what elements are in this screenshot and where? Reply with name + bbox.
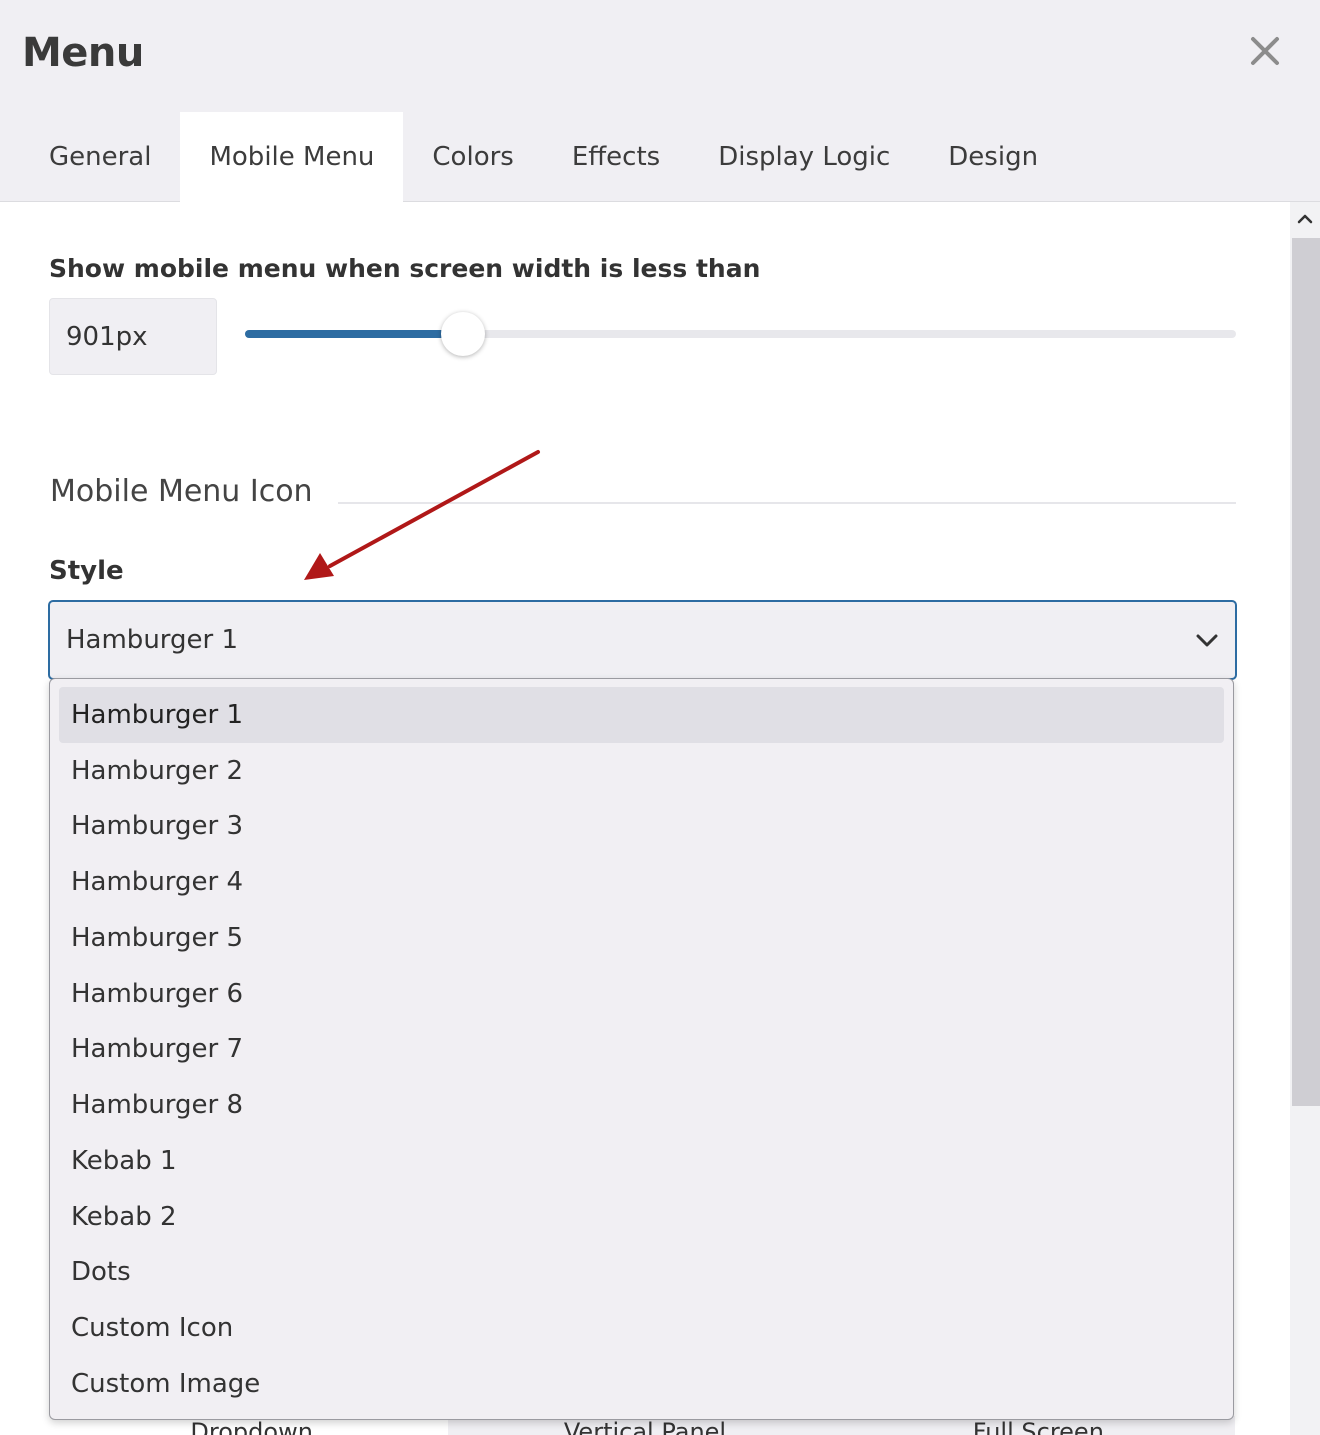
dropdown-option[interactable]: Hamburger 1	[59, 687, 1224, 743]
dropdown-option[interactable]: Dots	[59, 1245, 1224, 1301]
scrollbar-thumb[interactable]	[1292, 238, 1320, 1106]
style-dropdown-list: Hamburger 1 Hamburger 2 Hamburger 3 Hamburg…	[49, 678, 1234, 1420]
dropdown-option[interactable]: Custom Icon	[59, 1300, 1224, 1356]
dropdown-option[interactable]: Kebab 1	[59, 1133, 1224, 1189]
section-divider	[338, 502, 1236, 504]
slider-handle[interactable]	[441, 312, 486, 356]
tab-bar: General Mobile Menu Colors Effects Displ…	[20, 112, 1067, 202]
chevron-down-icon	[1196, 634, 1218, 647]
dropdown-option[interactable]: Hamburger 6	[59, 966, 1224, 1022]
dialog-title: Menu	[22, 30, 144, 76]
section-title-mobile-menu-icon: Mobile Menu Icon	[50, 474, 313, 509]
tab-design[interactable]: Design	[919, 112, 1067, 202]
close-icon[interactable]	[1244, 30, 1286, 72]
style-label: Style	[49, 556, 124, 586]
dialog-header: Menu General Mobile Menu Colors Effects …	[0, 0, 1320, 202]
dropdown-option[interactable]: Kebab 2	[59, 1189, 1224, 1245]
style-select[interactable]: Hamburger 1	[48, 600, 1237, 680]
breakpoint-slider[interactable]	[245, 330, 1236, 338]
dropdown-option[interactable]: Hamburger 5	[59, 910, 1224, 966]
chevron-up-icon[interactable]	[1290, 202, 1320, 236]
dropdown-option[interactable]: Hamburger 3	[59, 799, 1224, 855]
tab-mobile-menu[interactable]: Mobile Menu	[180, 112, 404, 202]
dropdown-option[interactable]: Hamburger 2	[59, 743, 1224, 799]
dropdown-option[interactable]: Hamburger 4	[59, 854, 1224, 910]
dropdown-option[interactable]: Custom Image	[59, 1356, 1224, 1412]
slider-fill	[245, 330, 464, 338]
dropdown-option[interactable]: Hamburger 7	[59, 1022, 1224, 1078]
scrollbar[interactable]	[1290, 202, 1320, 1435]
tab-effects[interactable]: Effects	[543, 112, 689, 202]
tab-display-logic[interactable]: Display Logic	[689, 112, 919, 202]
breakpoint-label: Show mobile menu when screen width is le…	[49, 254, 761, 283]
style-select-value: Hamburger 1	[66, 625, 239, 655]
breakpoint-input[interactable]: 901px	[49, 298, 217, 375]
dropdown-option[interactable]: Hamburger 8	[59, 1077, 1224, 1133]
tab-colors[interactable]: Colors	[403, 112, 542, 202]
tab-general[interactable]: General	[20, 112, 180, 202]
